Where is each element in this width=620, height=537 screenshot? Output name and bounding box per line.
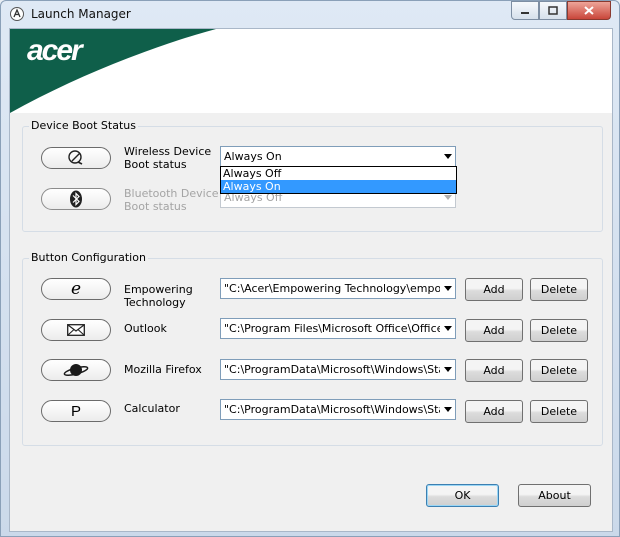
delete-button[interactable]: Delete <box>530 359 588 382</box>
close-icon <box>584 6 594 15</box>
bluetooth-icon <box>70 190 82 208</box>
wireless-boot-dropdown: Always Off Always On <box>220 166 457 194</box>
empowering-path-value: "C:\Acer\Empowering Technology\empowerin… <box>224 282 440 295</box>
empowering-technology-label: Empowering Technology <box>124 283 193 309</box>
chevron-down-icon <box>440 367 455 372</box>
firefox-path-value: "C:\ProgramData\Microsoft\Windows\Start … <box>224 363 440 376</box>
calculator-path-select[interactable]: "C:\ProgramData\Microsoft\Windows\Start … <box>220 399 456 420</box>
ok-button[interactable]: OK <box>426 484 499 507</box>
client-area: acer Device Boot Status Wireless Device … <box>9 28 613 532</box>
mozilla-firefox-button[interactable] <box>41 359 111 381</box>
row-label-line1: Calculator <box>124 402 180 415</box>
brand-banner: acer <box>10 29 612 113</box>
empowering-technology-button[interactable]: e <box>41 278 111 300</box>
device-boot-status-label: Device Boot Status <box>29 119 138 132</box>
row-label-line1: Empowering <box>124 283 193 296</box>
about-button[interactable]: About <box>518 484 591 507</box>
bluetooth-label-line2: Boot status <box>124 200 187 213</box>
p-letter-icon: P <box>70 402 81 420</box>
outlook-path-select[interactable]: "C:\Program Files\Microsoft Office\Offic… <box>220 318 456 339</box>
add-button[interactable]: Add <box>465 319 523 342</box>
add-button[interactable]: Add <box>465 400 523 423</box>
option-always-on[interactable]: Always On <box>221 180 456 193</box>
button-configuration-label: Button Configuration <box>29 251 148 264</box>
chevron-down-icon <box>440 407 455 412</box>
wireless-boot-value: Always On <box>224 150 282 163</box>
row-label-line1: Mozilla Firefox <box>124 363 202 376</box>
title-bar[interactable]: Launch Manager <box>1 1 619 27</box>
minimize-button[interactable] <box>511 1 539 20</box>
calculator-path-value: "C:\ProgramData\Microsoft\Windows\Start … <box>224 403 440 416</box>
bluetooth-label-line1: Bluetooth Device <box>124 187 219 200</box>
planet-icon <box>63 364 89 376</box>
row-label-line1: Outlook <box>124 322 167 335</box>
empowering-path-select[interactable]: "C:\Acer\Empowering Technology\empowerin… <box>220 278 456 299</box>
mail-icon <box>67 324 85 336</box>
delete-button[interactable]: Delete <box>530 319 588 342</box>
wireless-device-button[interactable] <box>41 147 111 169</box>
outlook-label: Outlook <box>124 322 167 335</box>
empowering-icon: e <box>70 278 82 299</box>
option-always-off[interactable]: Always Off <box>221 167 456 180</box>
launch-manager-window: Launch Manager acer Device Boot Status W… <box>0 0 620 537</box>
window-title: Launch Manager <box>31 7 131 21</box>
firefox-path-select[interactable]: "C:\ProgramData\Microsoft\Windows\Start … <box>220 359 456 380</box>
bluetooth-device-label: Bluetooth Device Boot status <box>124 187 219 213</box>
maximize-button[interactable] <box>539 1 567 20</box>
row-label-line2: Technology <box>124 296 186 309</box>
minimize-icon <box>521 11 529 14</box>
app-icon <box>10 7 24 21</box>
add-button[interactable]: Add <box>465 278 523 301</box>
chevron-down-icon <box>440 195 455 200</box>
calculator-button[interactable]: P <box>41 400 111 422</box>
acer-logo: acer <box>27 34 83 67</box>
wireless-label-line2: Boot status <box>124 158 187 171</box>
banner-shape <box>10 29 216 113</box>
outlook-path-value: "C:\Program Files\Microsoft Office\Offic… <box>224 322 440 335</box>
outlook-button[interactable] <box>41 319 111 341</box>
maximize-icon <box>548 6 558 15</box>
calculator-label: Calculator <box>124 402 180 415</box>
mozilla-firefox-label: Mozilla Firefox <box>124 363 202 376</box>
chevron-down-icon <box>440 286 455 291</box>
add-button[interactable]: Add <box>465 359 523 382</box>
bluetooth-device-button[interactable] <box>41 188 111 210</box>
wireless-icon <box>68 150 83 165</box>
chevron-down-icon <box>440 154 455 159</box>
wireless-label-line1: Wireless Device <box>124 145 212 158</box>
delete-button[interactable]: Delete <box>530 278 588 301</box>
delete-button[interactable]: Delete <box>530 400 588 423</box>
wireless-boot-select[interactable]: Always On <box>220 146 456 167</box>
wireless-device-label: Wireless Device Boot status <box>124 145 211 171</box>
chevron-down-icon <box>440 326 455 331</box>
close-button[interactable] <box>567 1 611 20</box>
